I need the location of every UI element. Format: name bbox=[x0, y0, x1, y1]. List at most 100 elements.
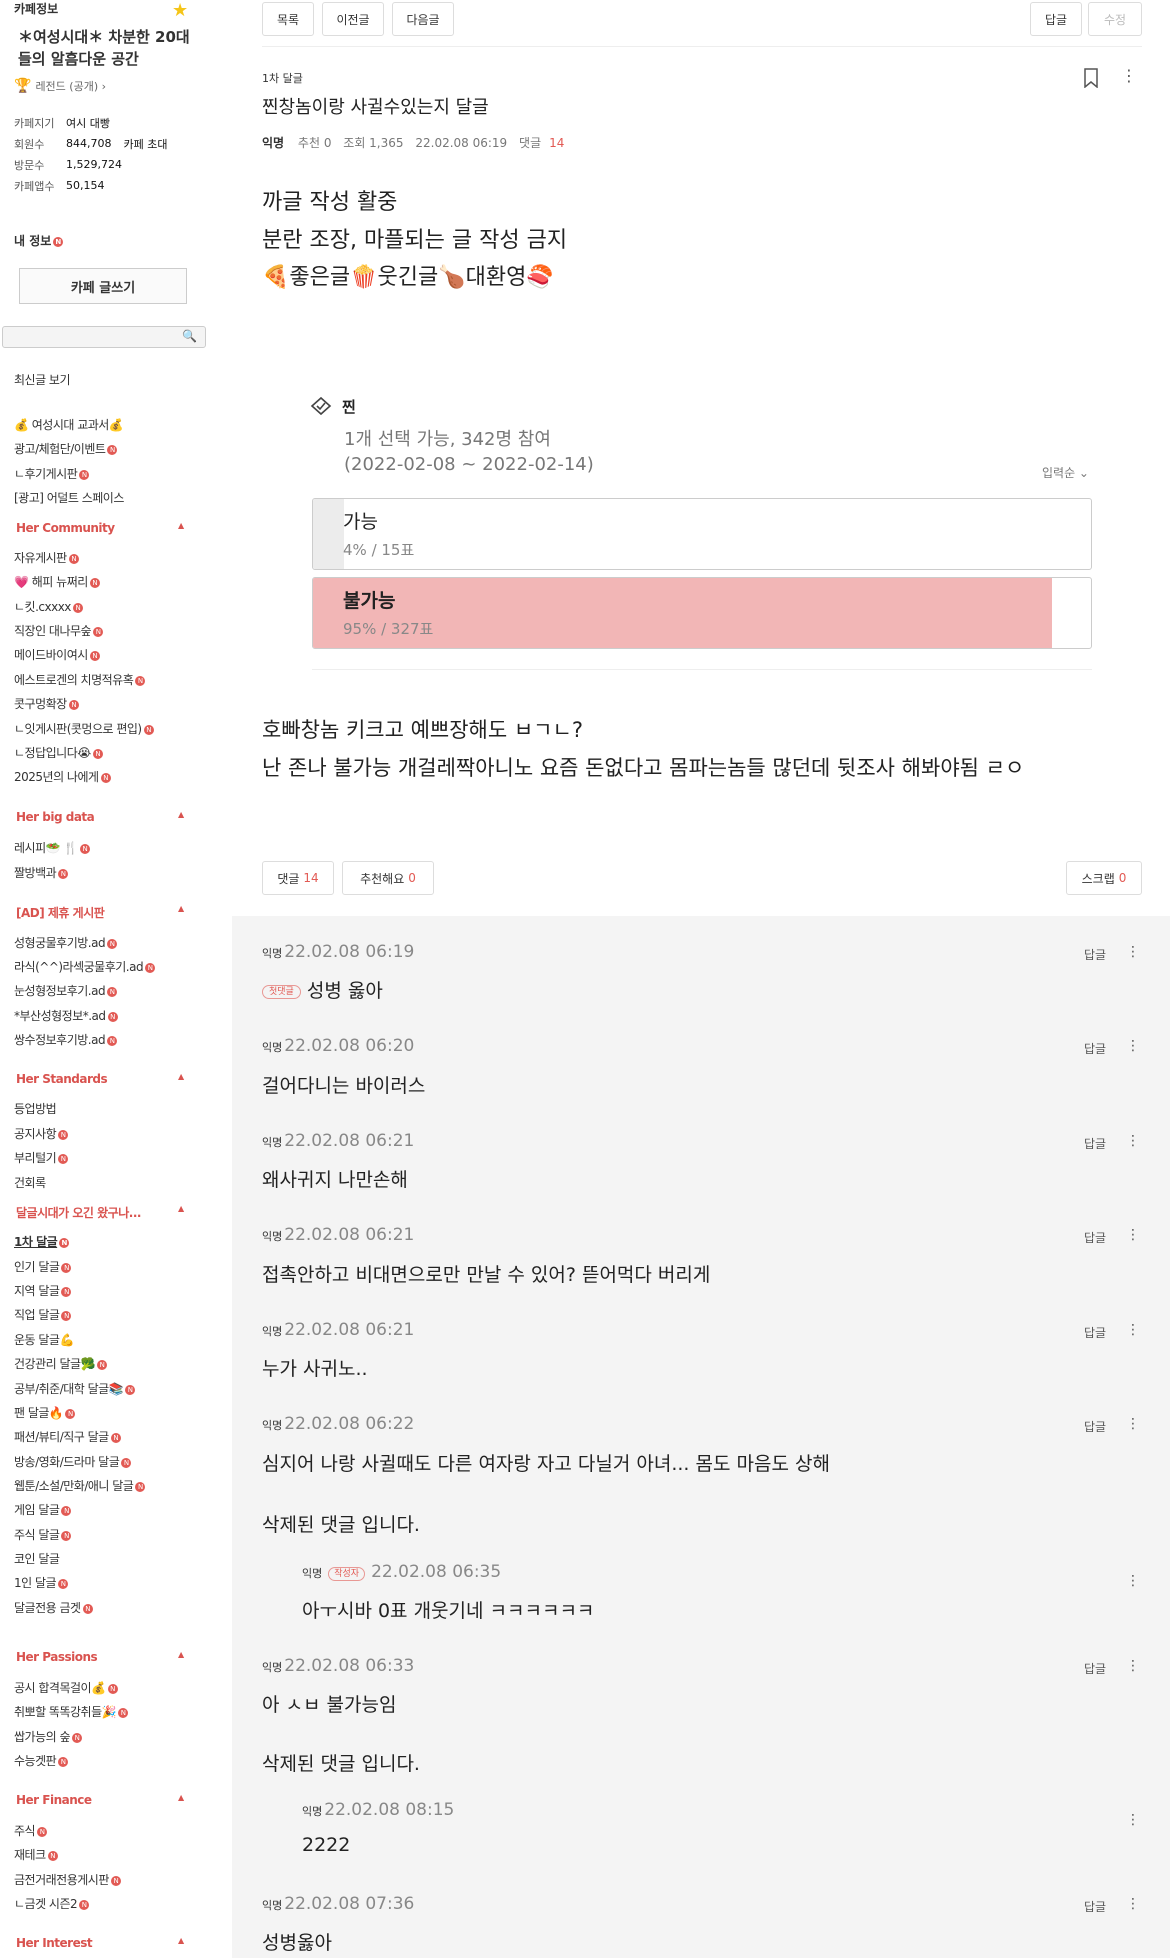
comment-author[interactable]: 익명 bbox=[262, 1136, 282, 1149]
comment-author[interactable]: 익명 bbox=[262, 1230, 282, 1243]
edit-post-button[interactable]: 수정 bbox=[1088, 2, 1142, 36]
comment-author[interactable]: 익명 bbox=[262, 1041, 282, 1054]
poll-option[interactable]: 가능 4% / 15표 bbox=[312, 498, 1092, 570]
sidebar-item-webtoon[interactable]: 웹툰/소설/만화/애니 달글 N bbox=[14, 1477, 146, 1494]
more-options-icon[interactable]: ⋮ bbox=[1126, 1658, 1140, 1674]
sidebar-item-jjal[interactable]: 짤방백과 N bbox=[14, 864, 69, 881]
write-post-button[interactable]: 카페 글쓰기 bbox=[19, 268, 187, 304]
more-options-icon[interactable]: ⋮ bbox=[1126, 1416, 1140, 1432]
comment-author[interactable]: 익명 bbox=[262, 1325, 282, 1338]
comment-reply-button[interactable]: 답글 bbox=[1084, 946, 1106, 963]
cafe-name[interactable]: ＊여성시대＊ 차분한 20대들의 알흠다운 공간 bbox=[18, 26, 198, 70]
sidebar-item-fashion[interactable]: 패션/뷰티/직구 달글 N bbox=[14, 1428, 121, 1445]
sidebar-item-review[interactable]: ㄴ후기게시판 N bbox=[14, 465, 90, 482]
comment-author[interactable]: 익명 bbox=[262, 1419, 282, 1432]
sidebar-item-health[interactable]: 건강관리 달글🥦 N bbox=[14, 1355, 107, 1372]
sidebar-item-gold2[interactable]: ㄴ금겟 시즌2 N bbox=[14, 1895, 90, 1912]
more-options-icon[interactable]: ⋮ bbox=[1126, 1322, 1140, 1338]
collapse-arrow-icon[interactable]: ▲ bbox=[178, 904, 184, 913]
sidebar-item-happy[interactable]: 💗 해피 뉴쩌리 N bbox=[14, 573, 100, 590]
section-her-big-data[interactable]: Her big data bbox=[16, 810, 95, 824]
stat-value[interactable]: 여시 대빵 bbox=[66, 115, 110, 131]
sidebar-item-hangout[interactable]: ㄴ잇게시판(콧멍으로 편입) N bbox=[14, 720, 154, 737]
post-comments-label[interactable]: 댓글 bbox=[519, 136, 541, 150]
comment-reply-button[interactable]: 답글 bbox=[1084, 1229, 1106, 1246]
section-her-interest[interactable]: Her Interest bbox=[16, 1936, 93, 1950]
next-post-button[interactable]: 다음글 bbox=[392, 2, 454, 36]
sidebar-item-notice[interactable]: 공지사항 N bbox=[14, 1125, 69, 1142]
sidebar-item-adult[interactable]: [광고] 어덜트 스페이스 bbox=[14, 489, 124, 506]
sidebar-item-jobs[interactable]: 취뽀할 똑똑강취들🎉 N bbox=[14, 1703, 129, 1720]
sidebar-item-forest[interactable]: 쌉가능의 숲N bbox=[14, 1728, 83, 1745]
sidebar-item-fan[interactable]: 팬 달글🔥 N bbox=[14, 1404, 76, 1421]
poll-option[interactable]: 불가능 95% / 327표 bbox=[312, 577, 1092, 649]
sidebar-item-estrogen[interactable]: 에스트로겐의 치명적유혹 N bbox=[14, 671, 146, 688]
sidebar-item-1st-dalgeul[interactable]: 1차 달글 N bbox=[14, 1233, 70, 1250]
sidebar-search-input[interactable]: 🔍 bbox=[2, 326, 206, 348]
comment-reply-button[interactable]: 답글 bbox=[1084, 1135, 1106, 1152]
more-options-icon[interactable]: ⋮ bbox=[1126, 1038, 1140, 1054]
post-comments-count[interactable]: 14 bbox=[549, 136, 564, 150]
more-options-icon[interactable]: ⋮ bbox=[1126, 944, 1140, 960]
scrap-button[interactable]: 스크랩 0 bbox=[1066, 861, 1142, 895]
more-options-icon[interactable]: ⋮ bbox=[1126, 1573, 1140, 1589]
sidebar-item-exercise[interactable]: 운동 달글💪 bbox=[14, 1331, 74, 1348]
my-info-link[interactable]: 내 정보 N bbox=[14, 232, 64, 249]
sidebar-item-finance[interactable]: 재테크 N bbox=[14, 1846, 58, 1863]
sidebar-item-2025[interactable]: 2025년의 나에게 N bbox=[14, 768, 111, 785]
sidebar-item-eye[interactable]: 눈성형정보후기.ad N bbox=[14, 982, 118, 999]
sidebar-item-vent[interactable]: 콧구멍확장 N bbox=[14, 695, 79, 712]
sidebar-item-textbook[interactable]: 💰 여성시대 교과서💰 bbox=[14, 416, 124, 433]
collapse-arrow-icon[interactable]: ▲ bbox=[178, 1936, 184, 1945]
collapse-arrow-icon[interactable]: ▲ bbox=[178, 1650, 184, 1659]
recommend-button[interactable]: 추천해요 0 bbox=[342, 861, 434, 895]
comment-reply-button[interactable]: 답글 bbox=[1084, 1898, 1106, 1915]
more-options-icon[interactable]: ⋮ bbox=[1126, 1812, 1140, 1828]
sidebar-item-gold[interactable]: 금전거래전용게시판 N bbox=[14, 1871, 121, 1888]
board-name-link[interactable]: 1차 달글 bbox=[262, 70, 303, 86]
sidebar-item-game[interactable]: 게임 달글 N bbox=[14, 1501, 72, 1518]
search-icon[interactable]: 🔍 bbox=[182, 329, 197, 343]
sidebar-item-job[interactable]: 직업 달글 N bbox=[14, 1306, 72, 1323]
sidebar-item-study[interactable]: 공부/취준/대학 달글📚 N bbox=[14, 1380, 136, 1397]
comment-author[interactable]: 익명 bbox=[262, 1899, 282, 1912]
collapse-arrow-icon[interactable]: ▲ bbox=[178, 1072, 184, 1081]
section-her-passions[interactable]: Her Passions bbox=[16, 1650, 98, 1664]
sidebar-item-eyelid[interactable]: 쌍수정보후기방.ad N bbox=[14, 1031, 118, 1048]
sidebar-item-levelup[interactable]: 등업방법 bbox=[14, 1100, 57, 1117]
more-options-icon[interactable]: ⋮ bbox=[1121, 68, 1137, 84]
sidebar-item-suneung[interactable]: 수능겟판 N bbox=[14, 1752, 69, 1769]
sidebar-item-stock[interactable]: 주식 N bbox=[14, 1822, 48, 1839]
collapse-arrow-icon[interactable]: ▲ bbox=[178, 1793, 184, 1802]
sidebar-item-stock-dalgeul[interactable]: 주식 달글 N bbox=[14, 1526, 72, 1543]
comment-reply-button[interactable]: 답글 bbox=[1084, 1040, 1106, 1057]
more-options-icon[interactable]: ⋮ bbox=[1126, 1133, 1140, 1149]
comment-author[interactable]: 익명 bbox=[302, 1567, 322, 1580]
prev-post-button[interactable]: 이전글 bbox=[322, 2, 384, 36]
sidebar-item-drama[interactable]: 방송/영화/드라마 달글 N bbox=[14, 1453, 132, 1470]
post-author[interactable]: 익명 bbox=[262, 136, 284, 150]
section-her-standards[interactable]: Her Standards bbox=[16, 1072, 108, 1086]
more-options-icon[interactable]: ⋮ bbox=[1126, 1896, 1140, 1912]
sidebar-item-recent[interactable]: 최신글 보기 bbox=[14, 371, 71, 388]
sidebar-item-office[interactable]: 직장인 대나무숲 N bbox=[14, 622, 104, 639]
sidebar-item-busan[interactable]: *부산성형정보*.ad N bbox=[14, 1007, 118, 1024]
sidebar-item-answer[interactable]: ㄴ정답입니다😭 N bbox=[14, 744, 103, 761]
sidebar-item-single[interactable]: 1인 달글 N bbox=[14, 1574, 69, 1591]
section-her-community[interactable]: Her Community bbox=[16, 521, 115, 535]
sidebar-item-plastic[interactable]: 성형궁물후기방.ad N bbox=[14, 934, 118, 951]
comment-reply-button[interactable]: 답글 bbox=[1084, 1418, 1106, 1435]
comment-button[interactable]: 댓글 14 bbox=[262, 861, 334, 895]
sidebar-item-goods[interactable]: 달글전용 금겟 N bbox=[14, 1599, 93, 1616]
collapse-arrow-icon[interactable]: ▲ bbox=[178, 810, 184, 819]
favorite-star-icon[interactable]: ★ bbox=[172, 0, 188, 21]
comment-author[interactable]: 익명 bbox=[262, 1661, 282, 1674]
comment-reply-button[interactable]: 답글 bbox=[1084, 1660, 1106, 1677]
comment-author[interactable]: 익명 bbox=[302, 1805, 322, 1818]
section-ad[interactable]: [AD] 제휴 게시판 bbox=[16, 904, 105, 921]
sidebar-item-suggest[interactable]: 건회록 bbox=[14, 1174, 46, 1191]
section-her-finance[interactable]: Her Finance bbox=[16, 1793, 92, 1807]
comment-reply-button[interactable]: 답글 bbox=[1084, 1324, 1106, 1341]
sidebar-item-coin[interactable]: 코인 달글 bbox=[14, 1550, 60, 1567]
collapse-arrow-icon[interactable]: ▲ bbox=[178, 1204, 184, 1213]
